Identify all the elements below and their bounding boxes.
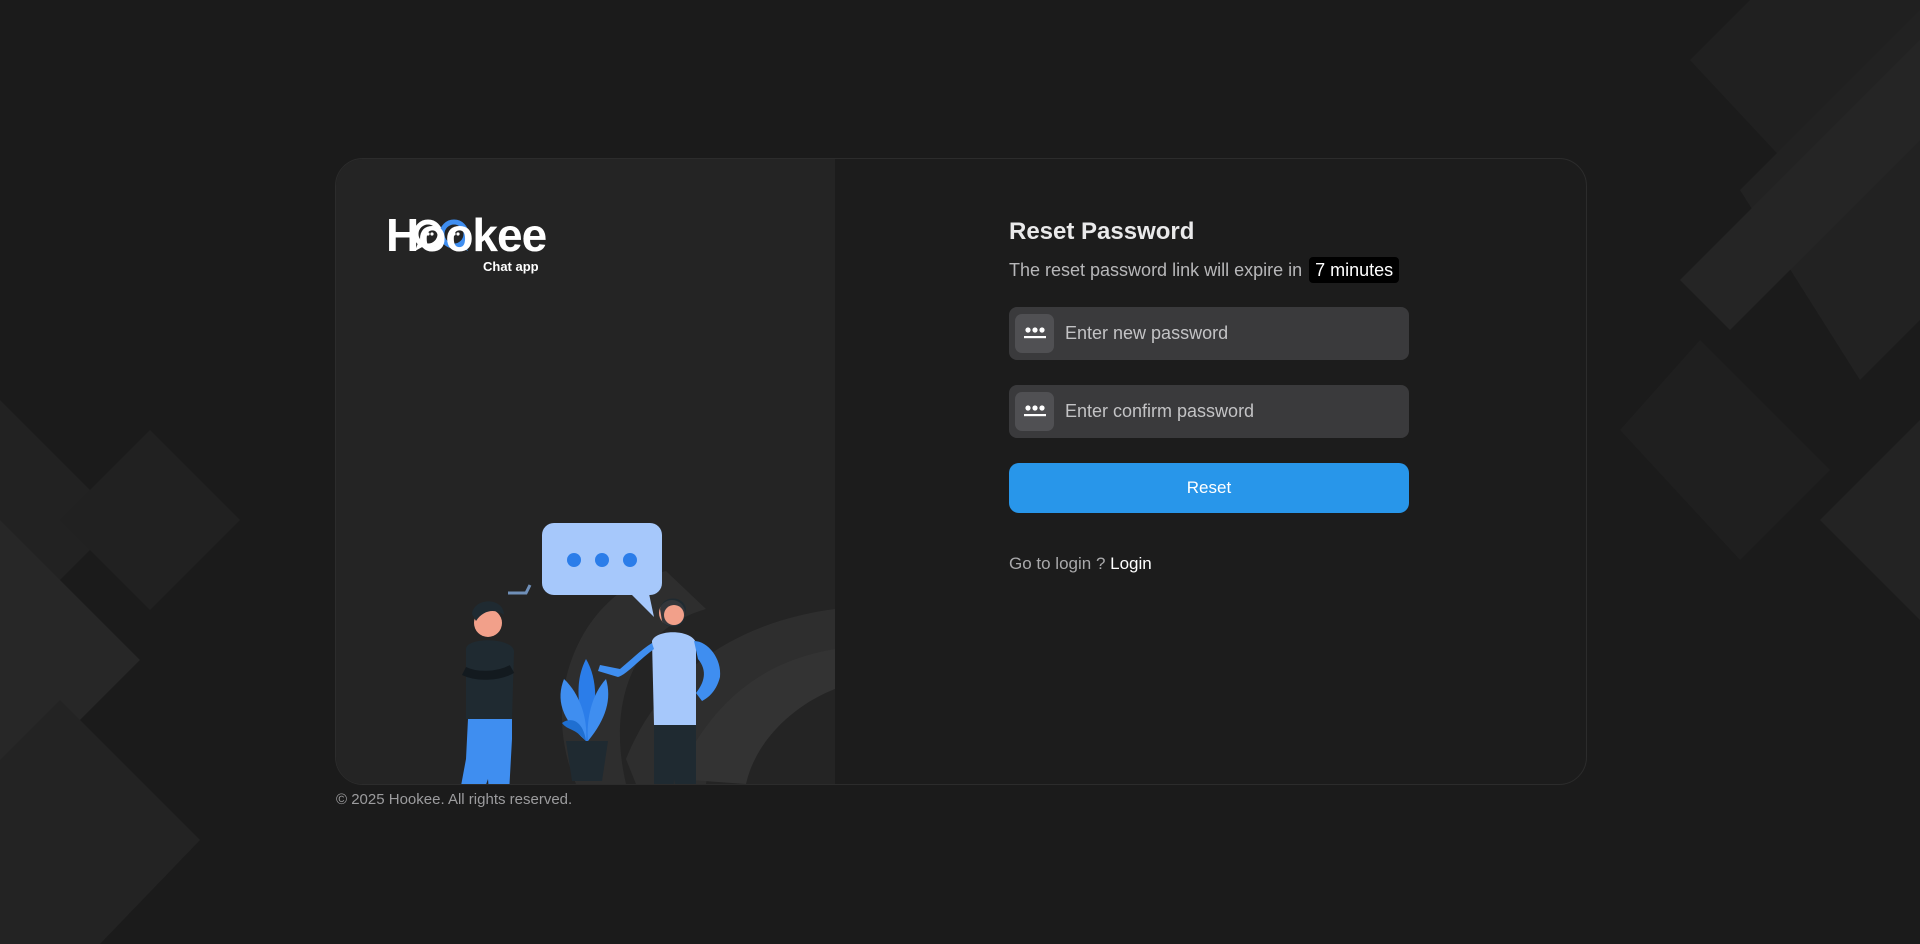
page-title: Reset Password: [1009, 218, 1195, 245]
new-password-field[interactable]: [1009, 307, 1409, 360]
hookee-logo: Hookee Chat app: [386, 209, 556, 274]
confirm-password-input[interactable]: [1065, 385, 1395, 438]
login-prompt-text: Go to login ?: [1009, 554, 1106, 573]
two-people-chatting-illustration: [461, 523, 835, 784]
brand-tagline: Chat app: [483, 259, 539, 274]
password-dots-icon: [1015, 314, 1054, 353]
reset-button[interactable]: Reset: [1009, 463, 1409, 513]
reset-password-form: Reset Password The reset password link w…: [1009, 217, 1409, 575]
brand-panel: Hookee Chat app: [336, 159, 835, 784]
expiry-message: The reset password link will expire in 7…: [1009, 257, 1409, 283]
login-prompt-row: Go to login ? Login: [1009, 553, 1409, 575]
confirm-password-field[interactable]: [1009, 385, 1409, 438]
password-dots-icon: [1015, 392, 1054, 431]
expiry-text: The reset password link will expire in: [1009, 260, 1303, 280]
login-link[interactable]: Login: [1110, 554, 1152, 573]
expiry-timer-badge: 7 minutes: [1309, 257, 1400, 283]
form-panel: Reset Password The reset password link w…: [835, 159, 1586, 784]
new-password-input[interactable]: [1065, 307, 1395, 360]
footer-copyright: © 2025 Hookee. All rights reserved.: [336, 791, 573, 808]
brand-name: Hookee: [386, 209, 547, 261]
reset-password-card: Hookee Chat app Reset Password The reset…: [335, 158, 1587, 785]
